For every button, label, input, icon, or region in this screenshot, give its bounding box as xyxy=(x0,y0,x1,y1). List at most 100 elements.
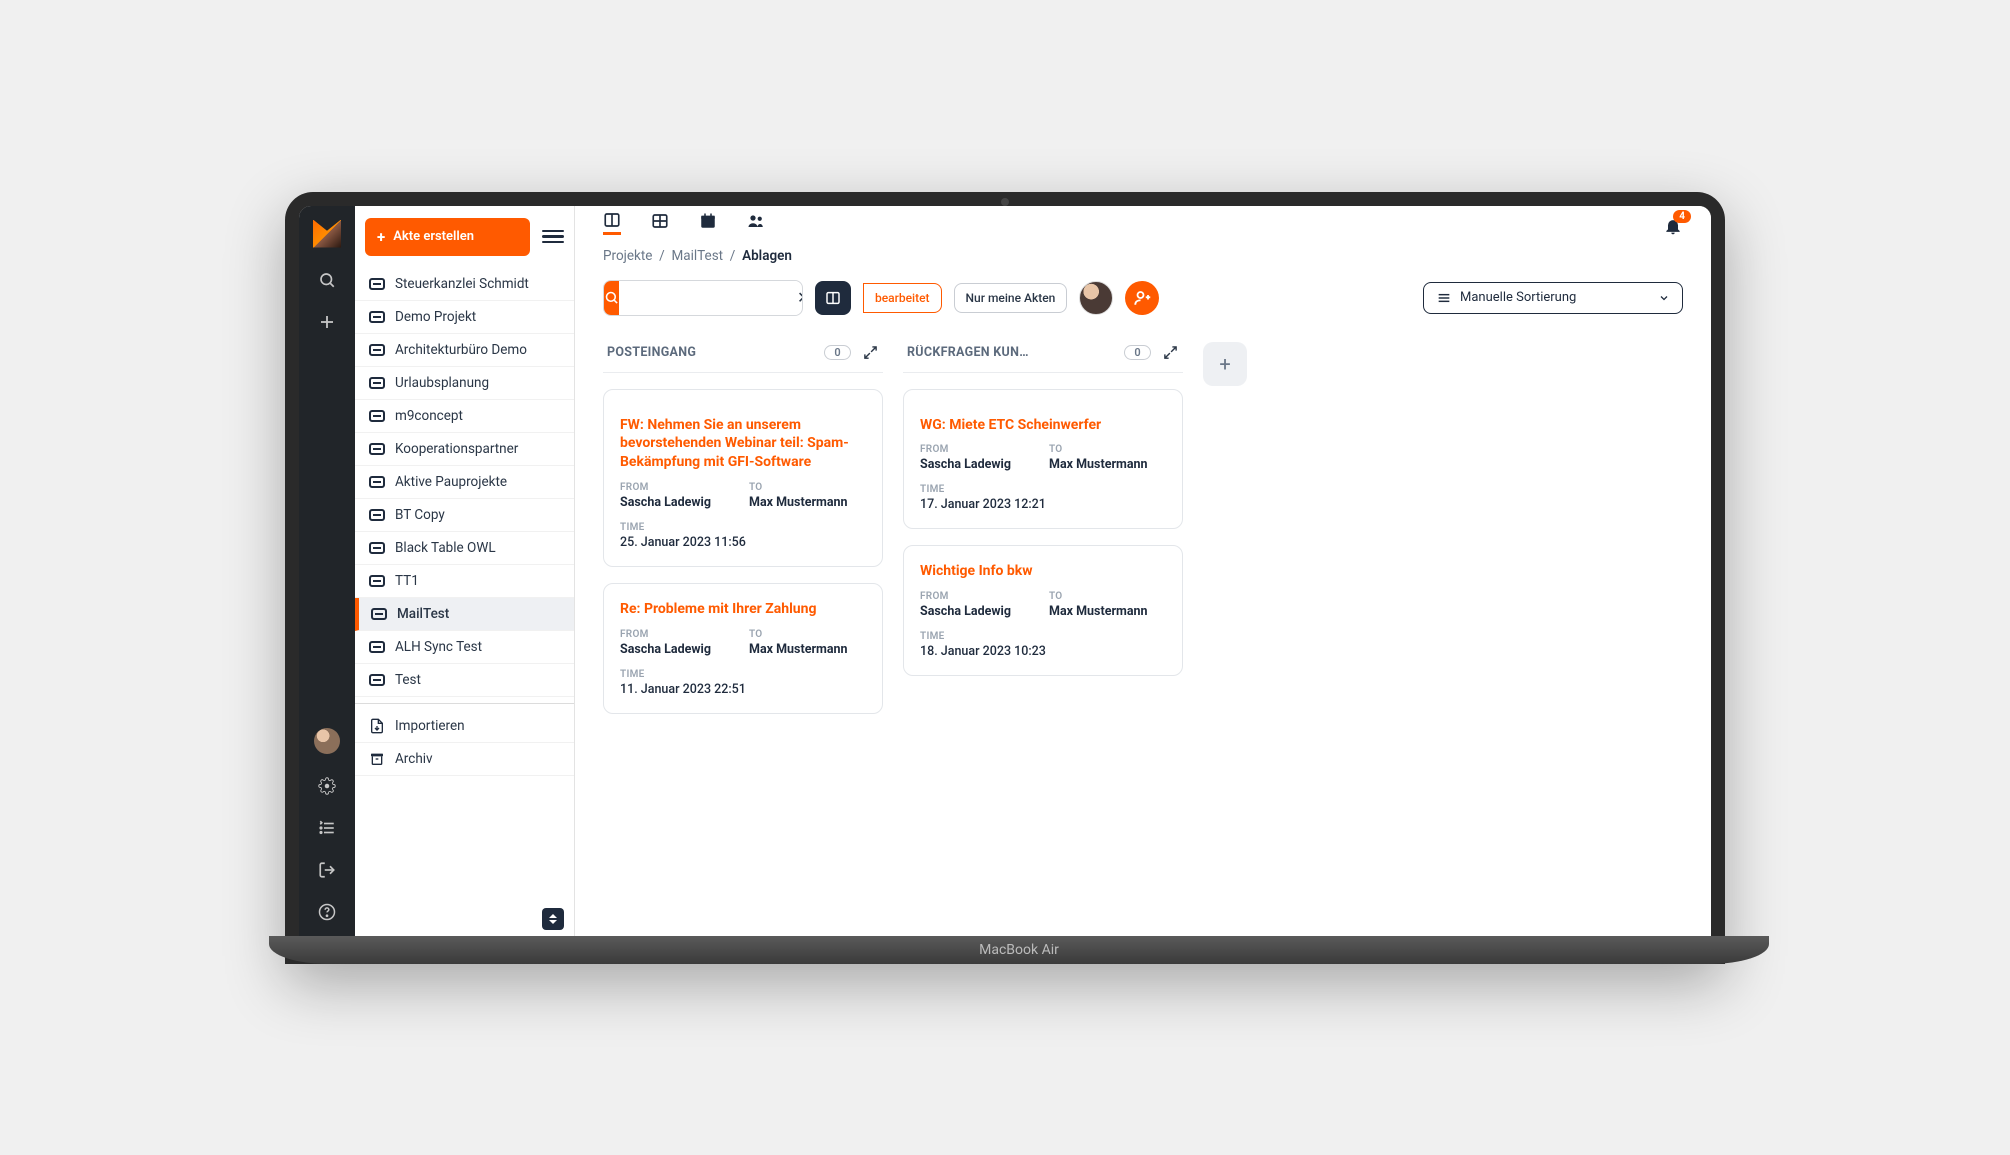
time-value: 17. Januar 2023 12:21 xyxy=(920,497,1166,512)
to-name: Max Mustermann xyxy=(1049,457,1166,472)
tab-grid-icon[interactable] xyxy=(651,217,669,235)
tab-people-icon[interactable] xyxy=(747,217,765,235)
mail-card[interactable]: Re: Probleme mit Ihrer Zahlung FROM Sasc… xyxy=(603,583,883,714)
time-value: 25. Januar 2023 11:56 xyxy=(620,535,866,550)
expand-icon[interactable] xyxy=(861,344,879,362)
to-name: Max Mustermann xyxy=(749,495,866,510)
settings-icon[interactable] xyxy=(317,776,337,796)
search-input[interactable] xyxy=(619,281,797,315)
laptop-base: MacBook Air xyxy=(269,936,1769,964)
project-label: Steuerkanzlei Schmidt xyxy=(395,276,529,292)
archive-item[interactable]: Archiv xyxy=(355,743,574,776)
search-submit-button[interactable] xyxy=(604,281,619,315)
tab-board-icon[interactable] xyxy=(603,217,621,235)
kanban-board: POSTEINGANG 0 FW: Nehmen Sie an unserem … xyxy=(575,330,1711,936)
breadcrumb-project[interactable]: MailTest xyxy=(671,248,723,264)
card-subject: WG: Miete ETC Scheinwerfer xyxy=(920,416,1166,435)
project-item[interactable]: Urlaubsplanung xyxy=(355,367,574,400)
project-label: ALH Sync Test xyxy=(395,639,482,655)
project-item[interactable]: Architekturbüro Demo xyxy=(355,334,574,367)
from-label: FROM xyxy=(620,629,737,640)
from-label: FROM xyxy=(620,482,737,493)
breadcrumb: Projekte / MailTest / Ablagen xyxy=(575,236,1711,280)
project-sidebar: + Akte erstellen Steuerkanzlei Schmidt De… xyxy=(355,206,575,936)
user-avatar[interactable] xyxy=(314,728,340,754)
search-icon[interactable] xyxy=(317,270,337,290)
help-icon[interactable] xyxy=(317,902,337,922)
import-label: Importieren xyxy=(395,718,465,734)
folder-icon xyxy=(369,641,385,653)
project-item[interactable]: TT1 xyxy=(355,565,574,598)
import-icon xyxy=(369,718,385,734)
import-item[interactable]: Importieren xyxy=(355,703,574,743)
plus-icon[interactable] xyxy=(317,312,337,332)
project-item[interactable]: m9concept xyxy=(355,400,574,433)
filter-mine-button[interactable]: Nur meine Akten xyxy=(954,283,1068,313)
breadcrumb-projects[interactable]: Projekte xyxy=(603,248,652,264)
folder-icon xyxy=(369,443,385,455)
toolbar: ✕ bearbeitet Nur meine Akten Manuelle So… xyxy=(575,280,1711,330)
card-subject: Re: Probleme mit Ihrer Zahlung xyxy=(620,600,866,619)
time-label: TIME xyxy=(920,484,1166,495)
mail-card[interactable]: FW: Nehmen Sie an unserem bevorstehenden… xyxy=(603,389,883,568)
to-label: TO xyxy=(749,629,866,640)
icon-bar xyxy=(299,206,355,936)
from-name: Sascha Ladewig xyxy=(920,604,1037,619)
plus-icon: + xyxy=(377,228,385,246)
sort-label: Manuelle Sortierung xyxy=(1460,290,1576,305)
project-item[interactable]: Black Table OWL xyxy=(355,532,574,565)
list-icon[interactable] xyxy=(317,818,337,838)
sort-icon xyxy=(1436,290,1452,306)
project-item[interactable]: MailTest xyxy=(355,598,574,631)
sort-dropdown[interactable]: Manuelle Sortierung xyxy=(1423,282,1683,314)
to-label: TO xyxy=(1049,444,1166,455)
folder-icon xyxy=(371,608,387,620)
project-item[interactable]: BT Copy xyxy=(355,499,574,532)
project-label: m9concept xyxy=(395,408,463,424)
hamburger-icon[interactable] xyxy=(542,230,564,244)
expand-icon[interactable] xyxy=(1161,344,1179,362)
main-area: 4 Projekte / MailTest / Ablagen ✕ xyxy=(575,206,1711,936)
archive-label: Archiv xyxy=(395,751,433,767)
collapse-handle[interactable] xyxy=(542,908,564,930)
card-subject: FW: Nehmen Sie an unserem bevorstehenden… xyxy=(620,416,866,473)
folder-icon xyxy=(369,542,385,554)
notification-badge: 4 xyxy=(1673,210,1691,223)
archive-icon xyxy=(369,751,385,767)
layout-toggle-button[interactable] xyxy=(815,281,851,315)
column-title: POSTEINGANG xyxy=(607,345,814,360)
assignee-avatar[interactable] xyxy=(1079,281,1113,315)
topbar: 4 xyxy=(575,206,1711,236)
mail-card[interactable]: Wichtige Info bkw FROM Sascha Ladewig TO… xyxy=(903,545,1183,676)
column-header: RÜCKFRAGEN KUN… 0 xyxy=(903,338,1183,373)
search-clear-button[interactable]: ✕ xyxy=(797,288,803,307)
project-list: Steuerkanzlei Schmidt Demo Projekt Archite… xyxy=(355,268,574,902)
add-column-button[interactable]: + xyxy=(1203,342,1247,386)
project-item[interactable]: Kooperationspartner xyxy=(355,433,574,466)
camera-dot xyxy=(1001,198,1009,206)
create-file-button[interactable]: + Akte erstellen xyxy=(365,218,530,256)
folder-icon xyxy=(369,278,385,290)
project-item[interactable]: Test xyxy=(355,664,574,697)
mail-card[interactable]: WG: Miete ETC Scheinwerfer FROM Sascha L… xyxy=(903,389,1183,530)
folder-icon xyxy=(369,377,385,389)
notification-bell[interactable]: 4 xyxy=(1663,216,1683,236)
project-item[interactable]: Steuerkanzlei Schmidt xyxy=(355,268,574,301)
filter-edited-button[interactable]: bearbeitet xyxy=(863,283,942,313)
column-count: 0 xyxy=(824,345,851,360)
column-count: 0 xyxy=(1124,345,1151,360)
time-label: TIME xyxy=(620,522,866,533)
project-item[interactable]: Demo Projekt xyxy=(355,301,574,334)
project-item[interactable]: Aktive Pauprojekte xyxy=(355,466,574,499)
project-item[interactable]: ALH Sync Test xyxy=(355,631,574,664)
from-name: Sascha Ladewig xyxy=(620,642,737,657)
logout-icon[interactable] xyxy=(317,860,337,880)
folder-icon xyxy=(369,410,385,422)
folder-icon xyxy=(369,509,385,521)
add-assignee-button[interactable] xyxy=(1125,281,1159,315)
folder-icon xyxy=(369,674,385,686)
view-tabs xyxy=(603,217,765,235)
project-label: Architekturbüro Demo xyxy=(395,342,527,358)
chevron-down-icon xyxy=(1658,292,1670,304)
tab-calendar-icon[interactable] xyxy=(699,217,717,235)
